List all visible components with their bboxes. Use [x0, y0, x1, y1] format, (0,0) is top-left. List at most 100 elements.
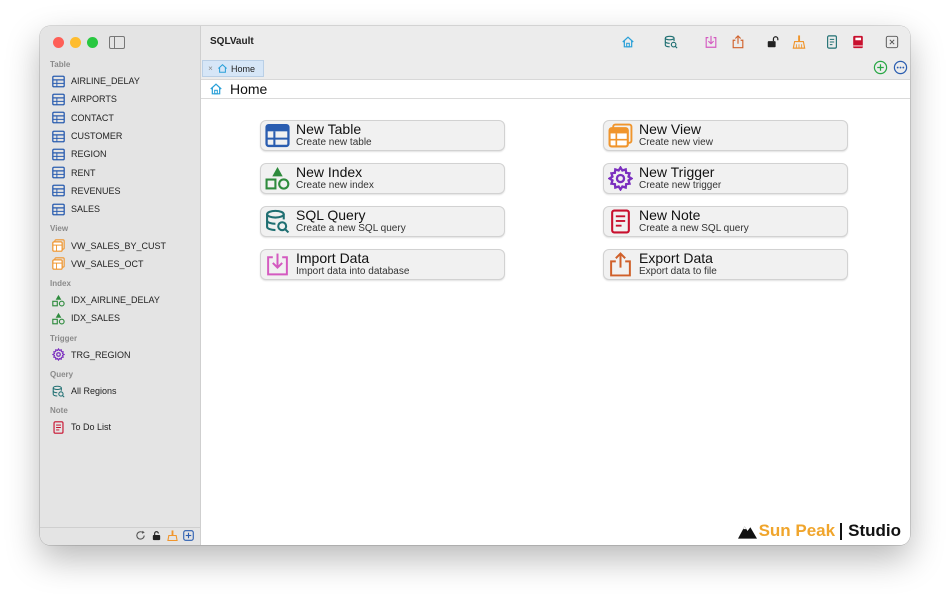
import-data-button[interactable]: Import Data Import data into database — [260, 249, 505, 280]
card-title: New Note — [639, 207, 701, 224]
tree-item-trigger[interactable]: TRG_REGION — [40, 346, 200, 364]
tree-item-view[interactable]: VW_SALES_BY_CUST — [40, 236, 200, 254]
tree-item-label: IDX_SALES — [71, 313, 121, 324]
tab-bar: × Home — [201, 59, 910, 80]
lock-icon[interactable] — [151, 528, 162, 546]
import-icon[interactable] — [704, 35, 718, 49]
card-title: New Table — [296, 121, 362, 138]
card-subtitle: Import data into database — [296, 266, 410, 278]
mountain-icon — [737, 526, 757, 539]
view-icon — [607, 122, 634, 149]
section-title-table: Table — [50, 60, 71, 69]
card-subtitle: Create a new SQL query — [296, 223, 406, 235]
card-title: New Index — [296, 164, 363, 181]
card-subtitle: Create new index — [296, 180, 374, 192]
minimize-window-button[interactable] — [70, 37, 81, 48]
export-icon[interactable] — [731, 35, 745, 49]
zoom-window-button[interactable] — [87, 37, 98, 48]
tree-item-table[interactable]: SALES — [40, 200, 200, 218]
book-icon[interactable] — [851, 35, 865, 49]
tree-item-note[interactable]: To Do List — [40, 418, 200, 436]
more-options-icon[interactable] — [893, 60, 908, 80]
note-icon[interactable] — [825, 35, 839, 49]
add-square-icon[interactable] — [183, 528, 194, 546]
refresh-icon[interactable] — [135, 528, 146, 546]
page-header: Home — [201, 80, 910, 99]
tree-item-label: RENT — [71, 167, 96, 178]
broom-icon[interactable] — [167, 528, 178, 546]
table-icon — [264, 122, 291, 149]
card-title: New View — [639, 121, 701, 138]
new-note-button[interactable]: New Note Create a new SQL query — [603, 206, 848, 237]
card-title: New Trigger — [639, 164, 715, 181]
close-window-icon[interactable] — [885, 35, 899, 49]
tree-item-label: TRG_REGION — [71, 349, 131, 360]
tree-item-label: CONTACT — [71, 112, 114, 123]
app-window: Table AIRLINE_DELAY AIRPORTS CONTACT CUS… — [40, 26, 910, 545]
window-controls — [53, 37, 98, 48]
tab-close-icon[interactable]: × — [206, 64, 215, 73]
tree-item-label: AIRPORTS — [71, 94, 117, 105]
tree-item-table[interactable]: CONTACT — [40, 109, 200, 127]
main-pane: SQLVault × Home Home New Table Create ne… — [201, 26, 910, 545]
card-title: SQL Query — [296, 207, 366, 224]
tree-item-label: All Regions — [71, 386, 117, 396]
tree-item-table[interactable]: RENT — [40, 163, 200, 181]
broom-icon[interactable] — [792, 35, 806, 49]
tree-item-label: To Do List — [71, 422, 112, 433]
tree-item-label: IDX_AIRLINE_DELAY — [71, 295, 160, 306]
sidebar-toggle-icon[interactable] — [109, 36, 125, 49]
trigger-gear-icon — [607, 165, 634, 192]
card-subtitle: Create a new SQL query — [639, 223, 749, 235]
brand-logo: Sun Peak Studio — [737, 521, 901, 541]
index-icon — [51, 311, 65, 325]
tree-item-query[interactable]: All Regions — [40, 382, 200, 400]
view-icon — [51, 257, 65, 271]
brand-suffix: Studio — [848, 521, 901, 540]
card-title: Export Data — [639, 250, 713, 267]
table-icon — [51, 92, 65, 106]
tab-label: Home — [231, 63, 256, 74]
tree-item-table[interactable]: REGION — [40, 145, 200, 163]
schema-tree: Table AIRLINE_DELAY AIRPORTS CONTACT CUS… — [40, 58, 200, 436]
query-icon[interactable] — [664, 35, 678, 49]
note-icon — [607, 208, 634, 235]
new-index-button[interactable]: New Index Create new index — [260, 163, 505, 194]
new-table-button[interactable]: New Table Create new table — [260, 120, 505, 151]
close-window-button[interactable] — [53, 37, 64, 48]
card-subtitle: Create new trigger — [639, 180, 722, 192]
tab-actions — [873, 60, 908, 80]
trigger-gear-icon — [51, 348, 65, 362]
card-subtitle: Create new view — [639, 137, 713, 149]
tree-item-table[interactable]: REVENUES — [40, 182, 200, 200]
export-data-button[interactable]: Export Data Export data to file — [603, 249, 848, 280]
tree-item-table[interactable]: AIRPORTS — [40, 90, 200, 108]
page-title: Home — [230, 81, 268, 97]
new-view-button[interactable]: New View Create new view — [603, 120, 848, 151]
sql-query-button[interactable]: SQL Query Create a new SQL query — [260, 206, 505, 237]
table-icon — [51, 184, 65, 198]
card-title: Import Data — [296, 250, 370, 267]
add-tab-icon[interactable] — [873, 60, 888, 80]
toolbar: SQLVault — [201, 26, 910, 60]
tree-item-table[interactable]: CUSTOMER — [40, 127, 200, 145]
view-icon — [51, 239, 65, 253]
home-icon[interactable] — [621, 35, 635, 49]
tree-item-view[interactable]: VW_SALES_OCT — [40, 255, 200, 273]
table-icon — [51, 111, 65, 125]
tree-item-table[interactable]: AIRLINE_DELAY — [40, 72, 200, 90]
tree-item-label: VW_SALES_OCT — [71, 258, 144, 269]
tree-item-index[interactable]: IDX_AIRLINE_DELAY — [40, 291, 200, 309]
import-icon — [264, 251, 291, 278]
lock-icon[interactable] — [766, 35, 780, 49]
export-icon — [607, 251, 634, 278]
tree-item-label: REGION — [71, 149, 107, 160]
tree-item-index[interactable]: IDX_SALES — [40, 309, 200, 327]
section-title-note: Note — [50, 406, 68, 416]
brand-name: Sun Peak — [758, 521, 836, 540]
section-title-query: Query — [50, 369, 74, 379]
new-trigger-button[interactable]: New Trigger Create new trigger — [603, 163, 848, 194]
tab-home[interactable]: × Home — [202, 60, 264, 77]
tree-item-label: SALES — [71, 204, 101, 215]
section-title-view: View — [50, 224, 69, 234]
